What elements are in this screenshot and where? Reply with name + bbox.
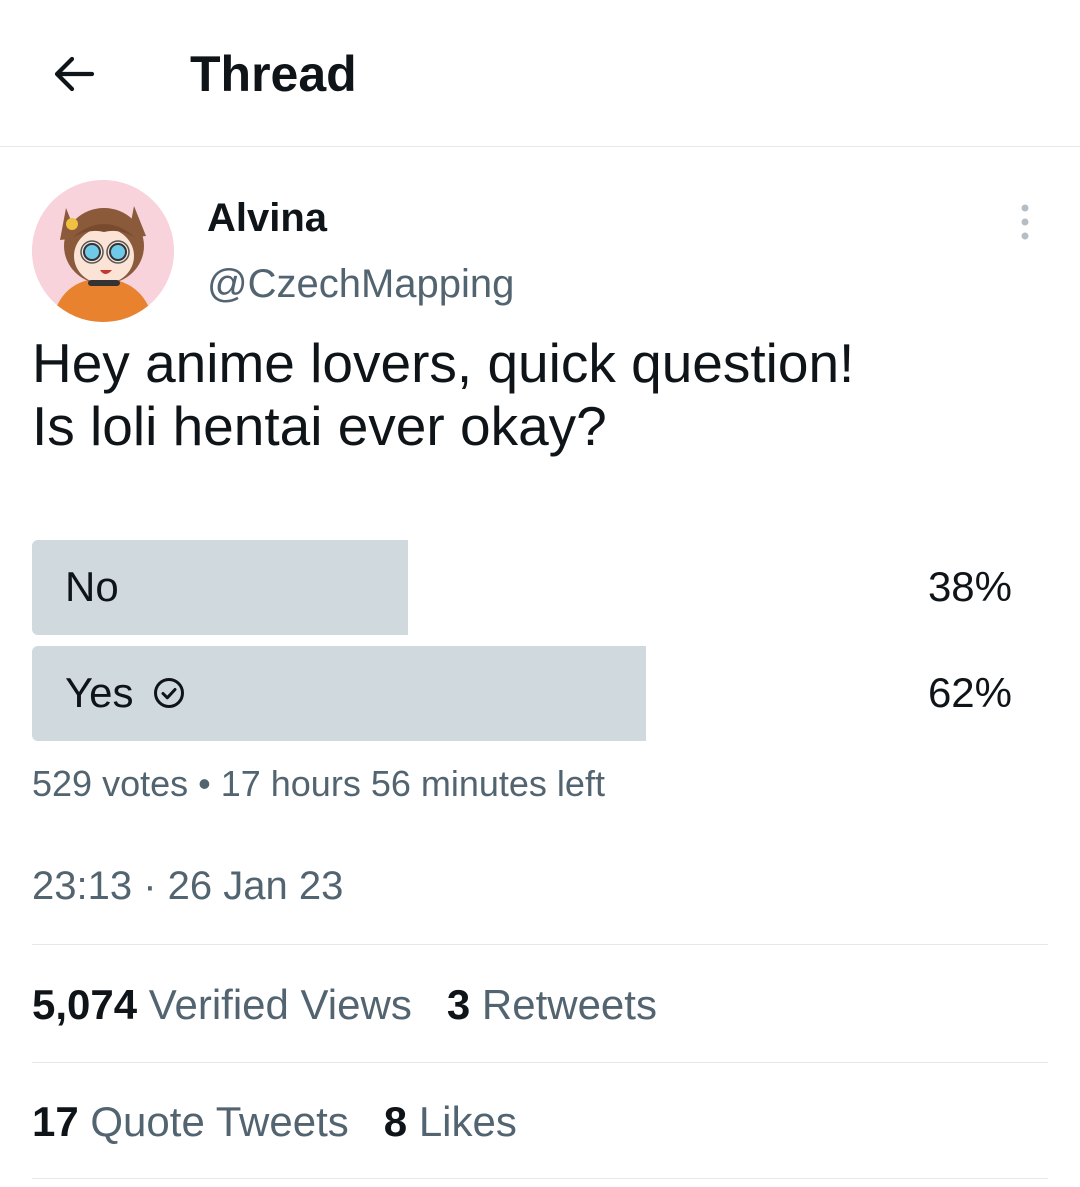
avatar[interactable] bbox=[32, 180, 174, 322]
stats-row: 17 Quote Tweets 8 Likes bbox=[32, 1097, 517, 1147]
likes-count: 8 bbox=[383, 1098, 408, 1145]
divider bbox=[32, 944, 1048, 945]
views-count: 5,074 bbox=[32, 981, 138, 1028]
divider bbox=[32, 1178, 1048, 1179]
retweets-count: 3 bbox=[446, 981, 471, 1028]
tweet-text: Hey anime lovers, quick question! Is lol… bbox=[32, 332, 1052, 458]
poll-meta: 529 votes • 17 hours 56 minutes left bbox=[32, 763, 605, 804]
divider bbox=[32, 1062, 1048, 1063]
retweets-stat[interactable]: 3 Retweets bbox=[447, 981, 657, 1028]
poll-percent: 62% bbox=[927, 669, 1012, 716]
poll-option-label: Yes bbox=[65, 669, 134, 716]
quotes-label: Quote Tweets bbox=[90, 1098, 349, 1145]
check-circle-icon bbox=[153, 678, 184, 708]
more-vertical-icon[interactable] bbox=[1010, 200, 1040, 244]
tweet-line: Hey anime lovers, quick question! bbox=[32, 332, 855, 394]
views-label: Verified Views bbox=[148, 981, 412, 1028]
quotes-count: 17 bbox=[32, 1098, 79, 1145]
poll-percent: 38% bbox=[927, 563, 1012, 610]
retweets-label: Retweets bbox=[481, 981, 657, 1028]
tweet-line: Is loli hentai ever okay? bbox=[32, 395, 607, 457]
top-bar: Thread bbox=[0, 0, 1080, 146]
stats-row: 5,074 Verified Views 3 Retweets bbox=[32, 980, 657, 1030]
likes-label: Likes bbox=[418, 1098, 517, 1145]
likes-stat[interactable]: 8 Likes bbox=[384, 1098, 517, 1145]
author-handle[interactable]: @CzechMapping bbox=[207, 260, 514, 308]
divider bbox=[0, 146, 1080, 147]
quote-tweets-stat[interactable]: 17 Quote Tweets bbox=[32, 1098, 349, 1145]
poll-option-no: No 38% bbox=[32, 540, 1022, 635]
page-title: Thread bbox=[190, 46, 357, 102]
arrow-left-icon[interactable] bbox=[50, 50, 98, 98]
author-name[interactable]: Alvina bbox=[207, 194, 327, 242]
poll-option-yes: Yes 62% bbox=[32, 646, 1022, 741]
poll-option-label: No bbox=[65, 563, 119, 610]
tweet-timestamp[interactable]: 23:13 · 26 Jan 23 bbox=[32, 862, 343, 910]
views-stat[interactable]: 5,074 Verified Views bbox=[32, 981, 412, 1028]
